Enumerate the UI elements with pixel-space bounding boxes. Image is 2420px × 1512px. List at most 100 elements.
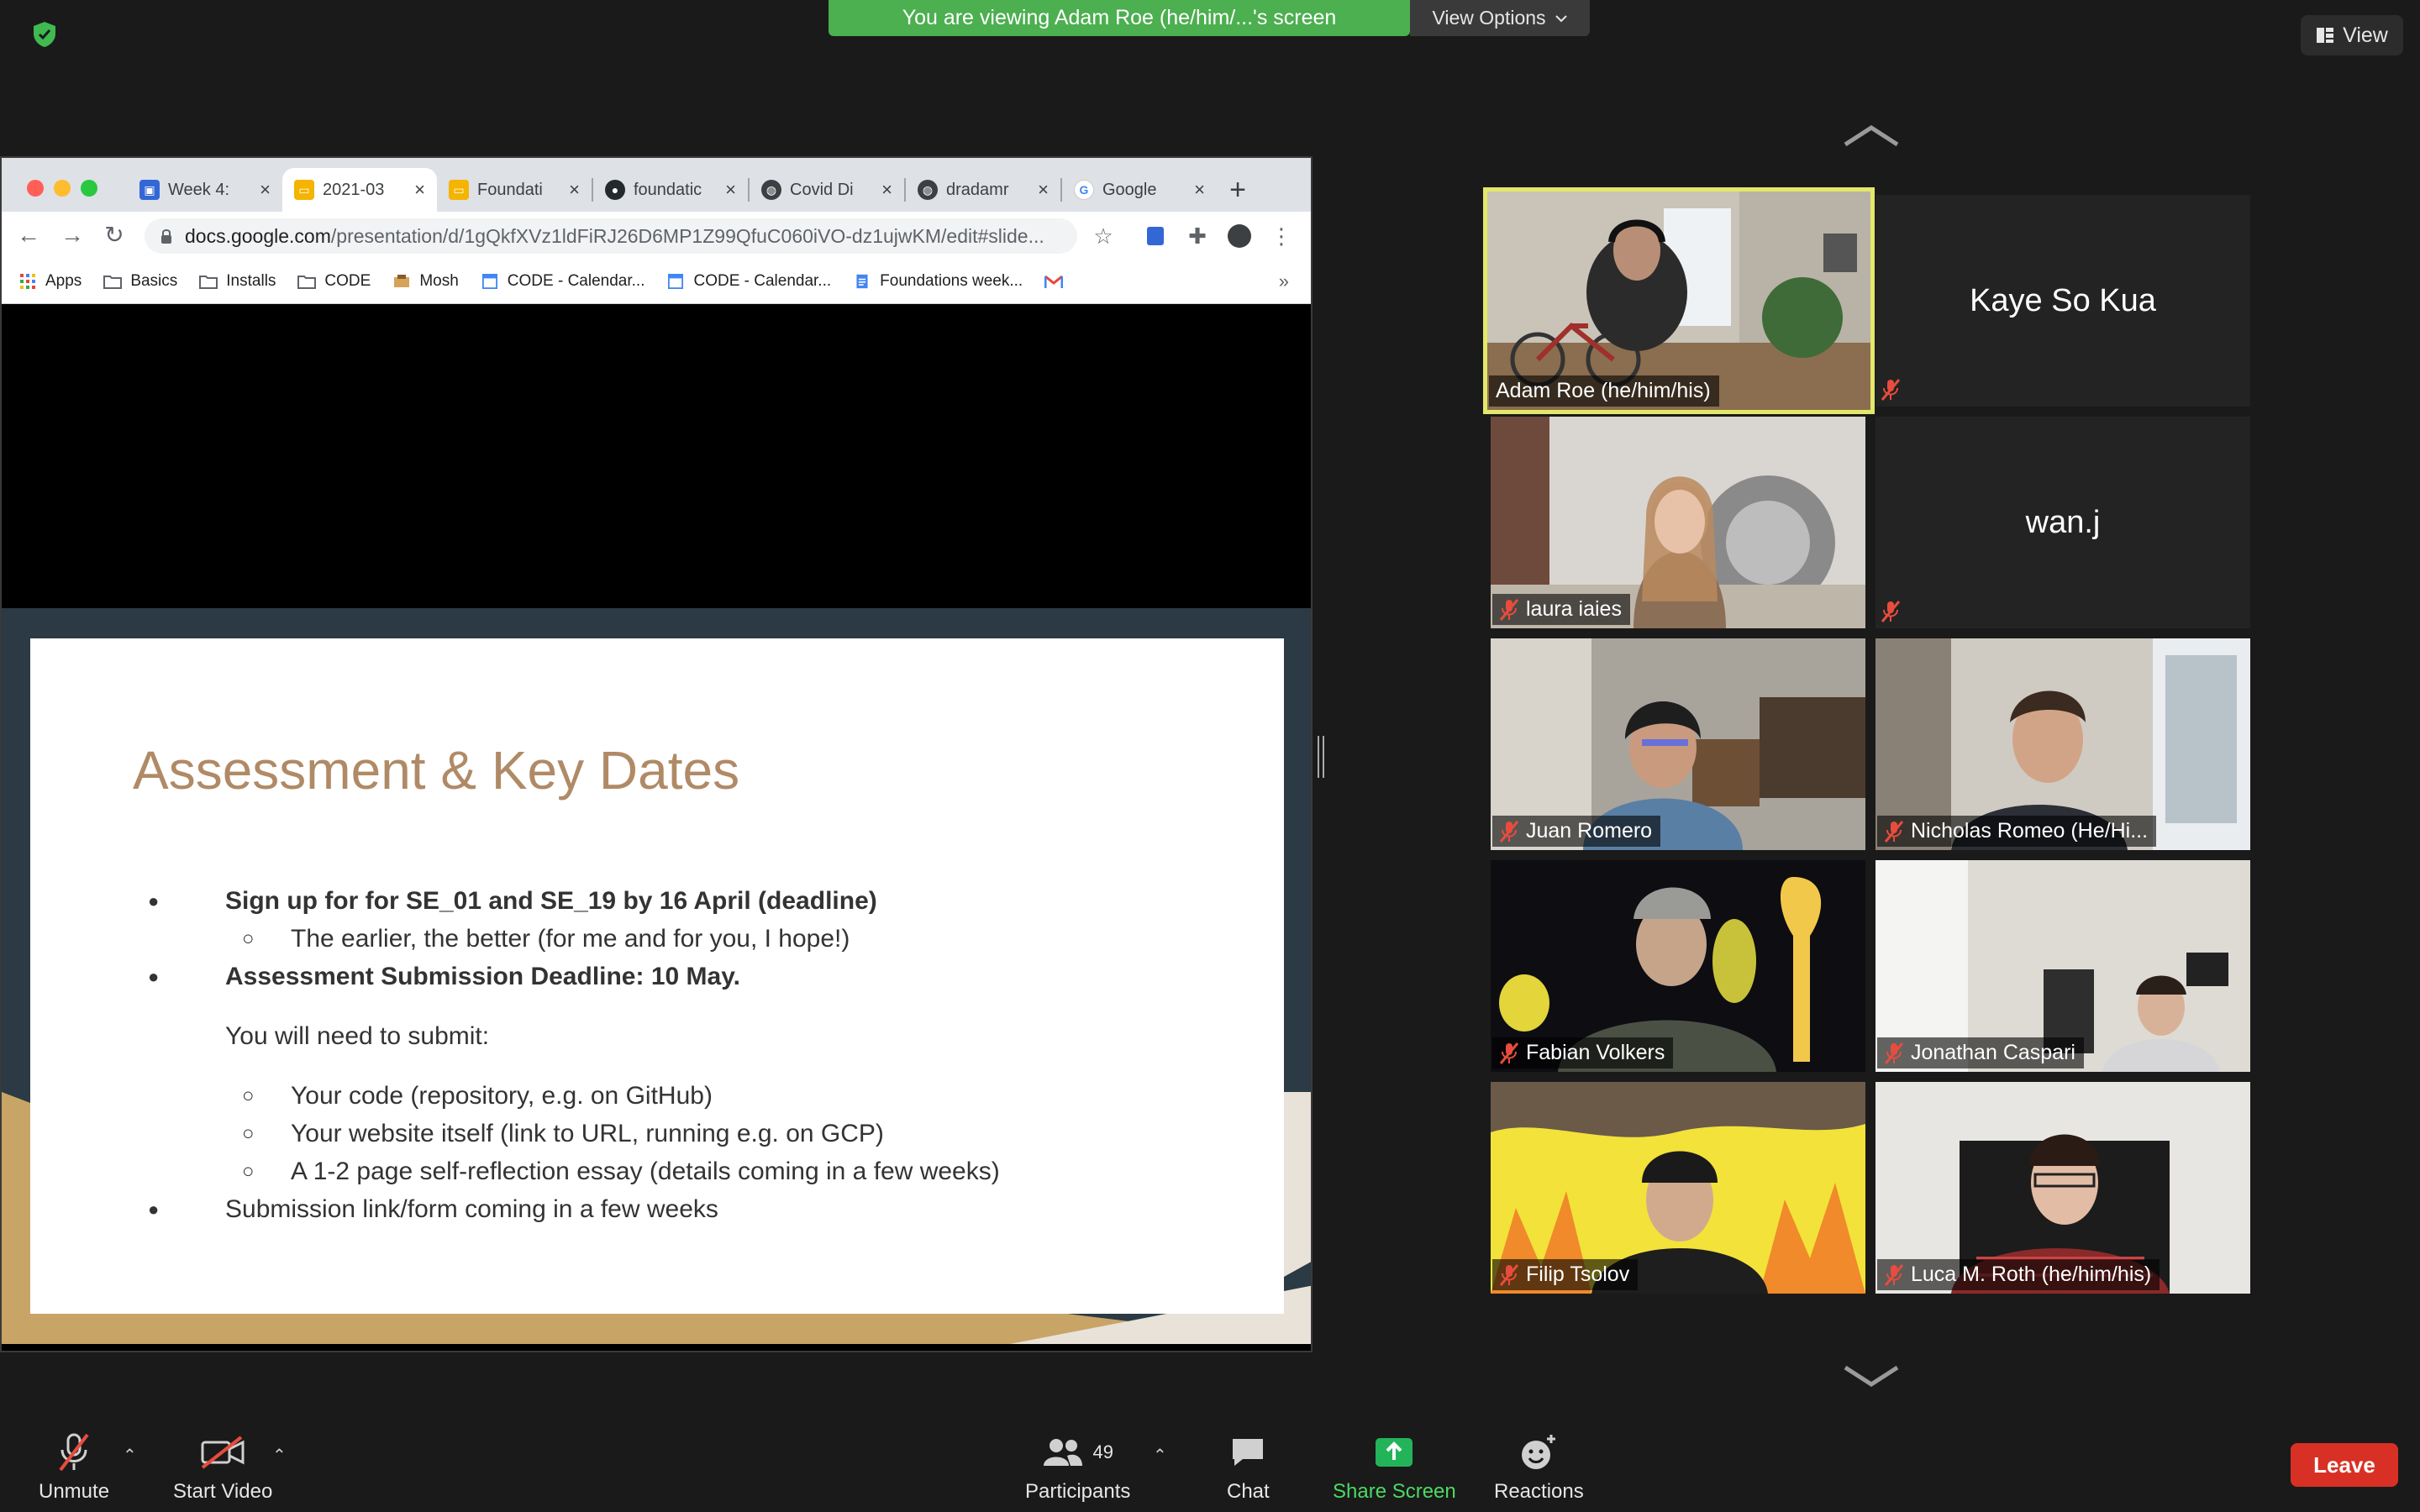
participant-tile[interactable]: Juan Romero (1491, 638, 1865, 850)
participant-tile[interactable]: Luca M. Roth (he/him/his) (1876, 1082, 2250, 1294)
browser-tab[interactable]: ◍ dradamr × (906, 168, 1060, 212)
folder-icon (297, 275, 317, 289)
audio-options-caret-icon[interactable]: ⌃ (123, 1445, 137, 1466)
gallery-page-down-icon[interactable] (1842, 1364, 1901, 1389)
close-window-dot[interactable] (27, 180, 44, 197)
viewing-screen-banner: You are viewing Adam Roe (he/him/...'s s… (829, 0, 1410, 36)
tab-label: Google (1102, 180, 1157, 199)
gmail-icon (1044, 275, 1064, 288)
participant-tile-active-speaker[interactable]: Adam Roe (he/him/his) (1483, 187, 1875, 414)
bookmark-apps[interactable]: Apps (18, 272, 82, 291)
participant-name: Fabian Volkers (1526, 1041, 1665, 1064)
bookmark-calendar-2[interactable]: CODE - Calendar... (666, 272, 831, 291)
tab-close-icon[interactable]: × (414, 179, 425, 201)
participant-tile[interactable]: laura iaies (1491, 417, 1865, 628)
extensions-puzzle-icon[interactable]: ✚ (1185, 223, 1210, 249)
browser-tab[interactable]: ● foundatic × (593, 168, 748, 212)
browser-tab[interactable]: ▭ Foundati × (437, 168, 592, 212)
chat-bubble-icon (1233, 1439, 1264, 1466)
google-slides-icon: ▭ (449, 180, 469, 200)
chat-button[interactable]: Chat (1227, 1431, 1270, 1504)
bookmarks-bar: Apps Basics Installs CODE Mosh CODE - Ca… (2, 259, 1311, 304)
menu-kebab-icon[interactable]: ⋮ (1269, 223, 1294, 249)
browser-tab[interactable]: G Google × (1062, 168, 1217, 212)
reload-icon[interactable]: ↻ (101, 222, 128, 249)
participant-tile[interactable]: wan.j (1876, 417, 2250, 628)
participant-name-display: Kaye So Kua (1970, 282, 2156, 318)
share-screen-icon (1376, 1438, 1413, 1467)
view-options-button[interactable]: View Options (1410, 0, 1590, 36)
browser-chrome: ▣ Week 4: × ▭ 2021-03 × ▭ Foundati × ● f… (2, 158, 1311, 304)
tab-close-icon[interactable]: × (1038, 179, 1049, 201)
participants-label: Participants (1025, 1480, 1131, 1503)
bookmark-foundations[interactable]: Foundations week... (853, 272, 1023, 291)
tab-label: foundatic (634, 180, 702, 199)
view-options-label: View Options (1432, 7, 1546, 29)
slide-title: Assessment & Key Dates (133, 740, 740, 801)
participant-tile[interactable]: Nicholas Romeo (He/Hi... (1876, 638, 2250, 850)
chat-label: Chat (1227, 1480, 1270, 1503)
browser-tab[interactable]: ▣ Week 4: × (128, 168, 282, 212)
tab-close-icon[interactable]: × (1194, 179, 1205, 201)
unmute-button[interactable]: Unmute (39, 1431, 109, 1504)
participants-count: 49 (1092, 1441, 1113, 1462)
participant-name: Nicholas Romeo (He/Hi... (1911, 819, 2149, 843)
slide-bullet: Submission link/form coming in a few wee… (148, 1190, 1000, 1228)
tab-close-icon[interactable]: × (881, 179, 892, 201)
participants-button[interactable]: 49 Participants (1025, 1431, 1130, 1504)
browser-toolbar: ← → ↻ docs.google.com/presentation/d/1gQ… (2, 212, 1311, 259)
google-slides-icon: ▭ (294, 180, 314, 200)
participant-name: Luca M. Roth (he/him/his) (1911, 1263, 2152, 1286)
bookmark-star-icon[interactable]: ☆ (1091, 223, 1116, 249)
participant-nameplate: Adam Roe (he/him/his) (1489, 375, 1719, 407)
participant-nameplate: Nicholas Romeo (He/Hi... (1877, 816, 2157, 847)
bookmark-label: Mosh (419, 271, 459, 290)
github-icon: ● (605, 180, 625, 200)
slide-bullet: Sign up for for SE_01 and SE_19 by 16 Ap… (148, 882, 1000, 920)
back-arrow-icon[interactable]: ← (15, 222, 42, 249)
minimize-window-dot[interactable] (54, 180, 71, 197)
reactions-button[interactable]: Reactions (1494, 1431, 1584, 1504)
bookmark-code[interactable]: CODE (297, 272, 371, 291)
participant-tile[interactable]: Jonathan Caspari (1876, 860, 2250, 1072)
bookmark-installs[interactable]: Installs (199, 272, 276, 291)
share-screen-button[interactable]: Share Screen (1333, 1431, 1456, 1504)
gallery-page-up-icon[interactable] (1842, 123, 1901, 148)
start-video-label: Start Video (173, 1480, 273, 1503)
view-layout-button[interactable]: View (2301, 15, 2403, 55)
bookmark-basics[interactable]: Basics (103, 272, 177, 291)
start-video-button[interactable]: Start Video (173, 1431, 272, 1504)
participant-tile[interactable]: Fabian Volkers (1491, 860, 1865, 1072)
bookmark-label: Installs (226, 271, 276, 290)
bookmark-mosh[interactable]: Mosh (392, 271, 459, 291)
splitter-handle[interactable] (1318, 736, 1324, 778)
browser-tab-active[interactable]: ▭ 2021-03 × (282, 168, 437, 212)
apps-grid-icon (20, 273, 35, 289)
new-tab-plus-icon[interactable]: + (1217, 168, 1259, 212)
security-shield-icon[interactable] (30, 20, 59, 49)
profile-avatar-icon[interactable] (1227, 223, 1252, 249)
participant-tile[interactable]: Filip Tsolov (1491, 1082, 1865, 1294)
tab-close-icon[interactable]: × (725, 179, 736, 201)
tab-close-icon[interactable]: × (569, 179, 580, 201)
bookmark-calendar-1[interactable]: CODE - Calendar... (481, 271, 645, 291)
bookmark-gmail[interactable] (1044, 274, 1071, 289)
participant-name-display: wan.j (2025, 504, 2101, 540)
participants-icon (1044, 1439, 1083, 1466)
participants-caret-icon[interactable]: ⌃ (1153, 1445, 1167, 1466)
muted-mic-icon (1881, 601, 1901, 622)
leave-meeting-button[interactable]: Leave (2291, 1443, 2398, 1487)
bookmark-label: CODE - Calendar... (693, 271, 832, 290)
address-bar[interactable]: docs.google.com/presentation/d/1gQkfXVz1… (145, 218, 1077, 254)
video-options-caret-icon[interactable]: ⌃ (272, 1445, 287, 1466)
participant-tile[interactable]: Kaye So Kua (1876, 195, 2250, 407)
tab-close-icon[interactable]: × (260, 179, 271, 201)
forward-arrow-icon[interactable]: → (59, 222, 86, 249)
participant-nameplate: Juan Romero (1492, 816, 1661, 847)
maximize-window-dot[interactable] (81, 180, 97, 197)
browser-tab[interactable]: ◍ Covid Di × (750, 168, 904, 212)
bookmark-label: CODE - Calendar... (507, 271, 645, 290)
bookmarks-overflow-icon[interactable]: » (1279, 270, 1289, 292)
extension-badge-icon[interactable] (1143, 223, 1168, 249)
tab-label: Week 4: (168, 180, 229, 199)
